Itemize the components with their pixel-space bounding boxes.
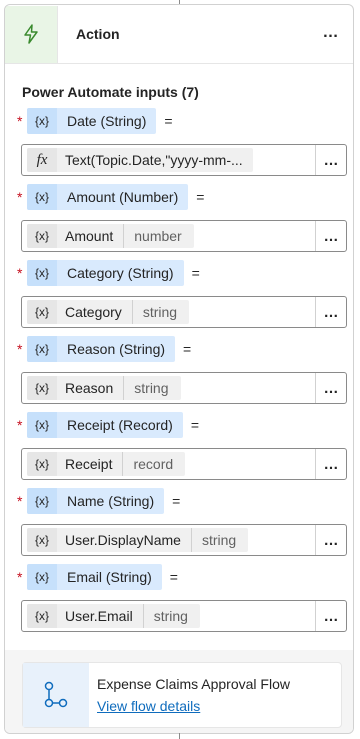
param-row: * {x} Receipt (Record) = [17, 412, 199, 438]
param-name: Category (String) [67, 265, 174, 281]
flow-name: Expense Claims Approval Flow [97, 676, 290, 692]
param-name-chip: {x} Date (String) [27, 108, 157, 134]
value-more-button[interactable]: … [315, 525, 346, 555]
param-row: * {x} Category (String) = [17, 260, 200, 286]
param-row: * {x} Amount (Number) = [17, 184, 204, 210]
variable-icon: {x} [27, 564, 57, 590]
formula-icon: fx [27, 148, 57, 172]
value-chip: fx Text(Topic.Date,"yyyy-mm-... [27, 148, 253, 172]
param-row: * {x} Reason (String) = [17, 336, 191, 362]
param-name: Receipt (Record) [67, 417, 173, 433]
param-value-field[interactable]: {x} User.DisplayName string … [21, 524, 347, 556]
variable-icon: {x} [27, 300, 57, 324]
param-type: string [190, 528, 248, 552]
flow-icon [44, 681, 68, 708]
flow-icon-box [23, 663, 89, 727]
equals-sign: = [190, 417, 200, 433]
param-name-chip: {x} Category (String) [27, 260, 184, 286]
variable-icon: {x} [27, 108, 57, 134]
param-value-field[interactable]: {x} Category string … [21, 296, 347, 328]
lightning-icon [24, 24, 38, 44]
variable-icon: {x} [27, 224, 57, 248]
variable-icon: {x} [27, 376, 57, 400]
required-marker: * [17, 341, 23, 357]
value-chip: {x} User.DisplayName string [27, 528, 249, 552]
required-marker: * [17, 113, 23, 129]
card-header: Action … [5, 5, 353, 64]
param-value-field[interactable]: fx Text(Topic.Date,"yyyy-mm-... … [21, 144, 347, 176]
equals-sign: = [196, 189, 205, 205]
param-name: Date (String) [67, 113, 147, 129]
required-marker: * [17, 189, 23, 205]
param-value: Category [65, 304, 122, 320]
param-value: Receipt [65, 456, 113, 472]
param-value-field[interactable]: {x} Reason string … [21, 372, 347, 404]
required-marker: * [17, 493, 23, 509]
card-title: Action [76, 26, 120, 42]
param-value: User.Email [65, 608, 133, 624]
value-more-button[interactable]: … [315, 601, 346, 631]
variable-icon: {x} [27, 184, 57, 210]
param-name: Email (String) [67, 569, 152, 585]
equals-sign: = [183, 341, 192, 357]
equals-sign: = [172, 493, 181, 509]
value-chip: {x} Amount number [27, 224, 194, 248]
value-more-button[interactable]: … [315, 297, 346, 327]
param-type: string [123, 376, 180, 400]
required-marker: * [17, 569, 23, 585]
value-chip: {x} Receipt record [27, 452, 186, 476]
variable-icon: {x} [27, 412, 57, 438]
flow-text: Expense Claims Approval Flow View flow d… [97, 676, 290, 714]
param-type: string [131, 300, 189, 324]
bottom-connector-line [179, 733, 180, 739]
value-more-button[interactable]: … [315, 221, 346, 251]
param-value-field[interactable]: {x} User.Email string … [21, 600, 347, 632]
param-type: number [123, 224, 193, 248]
param-value: Reason [65, 380, 114, 396]
variable-icon: {x} [27, 336, 57, 362]
value-more-button[interactable]: … [315, 145, 346, 175]
param-row: * {x} Email (String) = [17, 564, 178, 590]
param-value-field[interactable]: {x} Receipt record … [21, 448, 347, 480]
param-value: Amount [65, 228, 114, 244]
variable-icon: {x} [27, 452, 57, 476]
param-value: User.DisplayName [65, 532, 181, 548]
param-name: Amount (Number) [67, 189, 179, 205]
variable-icon: {x} [27, 488, 57, 514]
value-chip: {x} User.Email string [27, 604, 200, 628]
param-name: Name (String) [67, 493, 155, 509]
header-icon-box [5, 5, 58, 63]
param-name-chip: {x} Receipt (Record) [27, 412, 183, 438]
param-value-field[interactable]: {x} Amount number … [21, 220, 347, 252]
variable-icon: {x} [27, 528, 57, 552]
section-title: Power Automate inputs (7) [22, 84, 199, 100]
param-type: record [122, 452, 185, 476]
param-name-chip: {x} Name (String) [27, 488, 165, 514]
param-row: * {x} Date (String) = [17, 108, 173, 134]
equals-sign: = [164, 113, 173, 129]
param-value: Text(Topic.Date,"yyyy-mm-... [65, 152, 243, 168]
value-chip: {x} Reason string [27, 376, 181, 400]
value-more-button[interactable]: … [315, 373, 346, 403]
param-name: Reason (String) [67, 341, 166, 357]
view-flow-details-link[interactable]: View flow details [97, 698, 290, 714]
flow-card: Expense Claims Approval Flow View flow d… [22, 662, 342, 728]
param-name-chip: {x} Email (String) [27, 564, 162, 590]
param-name-chip: {x} Amount (Number) [27, 184, 189, 210]
param-name-chip: {x} Reason (String) [27, 336, 176, 362]
variable-icon: {x} [27, 260, 57, 286]
more-options-button[interactable]: … [319, 22, 343, 44]
required-marker: * [17, 265, 23, 281]
value-more-button[interactable]: … [315, 449, 346, 479]
equals-sign: = [191, 265, 200, 281]
value-chip: {x} Category string [27, 300, 190, 324]
equals-sign: = [169, 569, 178, 585]
action-card: Action … Power Automate inputs (7) * {x} D… [4, 4, 354, 734]
variable-icon: {x} [27, 604, 57, 628]
param-row: * {x} Name (String) = [17, 488, 180, 514]
required-marker: * [17, 417, 23, 433]
param-type: string [142, 604, 200, 628]
